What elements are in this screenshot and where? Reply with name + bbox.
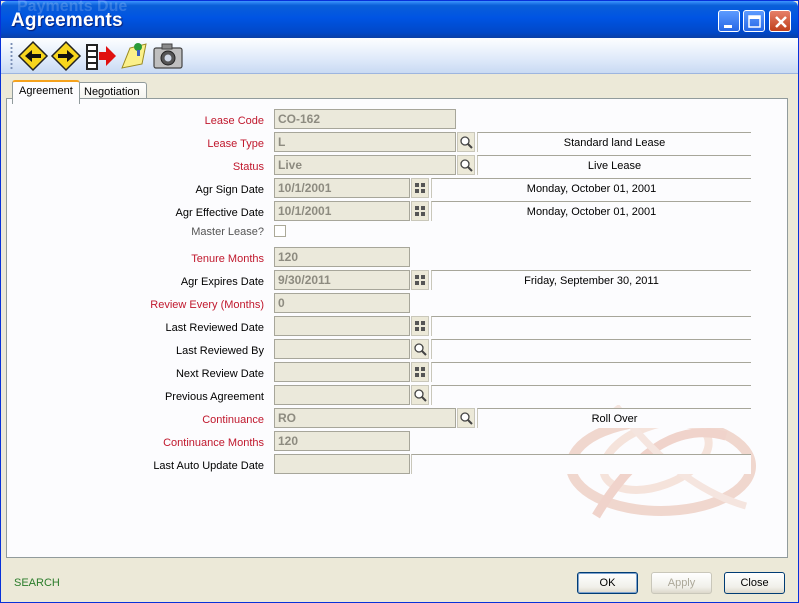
next-review-date-description xyxy=(431,362,751,382)
last-auto-update-date-field[interactable] xyxy=(274,454,410,474)
ok-button[interactable]: OK xyxy=(577,572,638,594)
agr-expires-date-description: Friday, September 30, 2011 xyxy=(431,270,751,290)
last-reviewed-date-calendar-button[interactable] xyxy=(411,316,429,336)
continuance-field[interactable]: RO xyxy=(274,408,456,428)
last-reviewed-date-label: Last Reviewed Date xyxy=(165,322,264,334)
forward-arrow-icon xyxy=(50,40,82,72)
next-review-date-label: Next Review Date xyxy=(175,368,264,380)
lease-code-label: Lease Code xyxy=(204,115,264,127)
agreements-window: Payments Due Agreements Agreement Negoti… xyxy=(0,0,799,603)
status-field[interactable]: Live xyxy=(274,155,456,175)
agr-effective-date-label: Agr Effective Date xyxy=(175,207,264,219)
last-reviewed-by-description xyxy=(431,339,751,359)
magnifier-icon xyxy=(414,389,427,402)
continuance-description: Roll Over xyxy=(477,408,751,428)
minimize-button[interactable] xyxy=(718,10,740,32)
apply-button[interactable]: Apply xyxy=(651,572,712,594)
last-reviewed-by-label: Last Reviewed By xyxy=(175,345,264,357)
status-label: Status xyxy=(232,161,264,173)
exit-icon xyxy=(86,44,116,70)
status-text: SEARCH xyxy=(14,577,60,589)
status-lookup-button[interactable] xyxy=(457,155,475,175)
magnifier-icon xyxy=(460,159,473,172)
lease-type-field[interactable]: L xyxy=(274,132,456,152)
agr-sign-date-label: Agr Sign Date xyxy=(195,184,264,196)
agr-effective-date-calendar-button[interactable] xyxy=(411,201,429,221)
last-reviewed-by-field[interactable] xyxy=(274,339,410,359)
close-button[interactable]: Close xyxy=(724,572,785,594)
calendar-icon xyxy=(415,183,425,193)
previous-agreement-label: Previous Agreement xyxy=(164,391,264,403)
master-lease-checkbox[interactable] xyxy=(274,225,286,237)
next-review-date-calendar-button[interactable] xyxy=(411,362,429,382)
minimize-icon xyxy=(724,25,732,28)
review-every-label: Review Every (Months) xyxy=(150,299,264,311)
calendar-icon xyxy=(415,206,425,216)
back-button[interactable] xyxy=(17,40,49,72)
calendar-icon xyxy=(415,367,425,377)
close-window-button[interactable] xyxy=(769,10,791,32)
lease-code-field[interactable]: CO-162 xyxy=(274,109,456,129)
window-title: Agreements xyxy=(11,10,123,31)
magnifier-icon xyxy=(460,136,473,149)
back-arrow-icon xyxy=(17,40,49,72)
agr-expires-date-label: Agr Expires Date xyxy=(180,276,264,288)
last-auto-update-date-label: Last Auto Update Date xyxy=(153,460,264,472)
agr-sign-date-calendar-button[interactable] xyxy=(411,178,429,198)
continuance-lookup-button[interactable] xyxy=(457,408,475,428)
maximize-icon xyxy=(748,15,761,28)
camera-button[interactable] xyxy=(152,40,184,72)
close-icon xyxy=(775,16,787,28)
review-every-field[interactable]: 0 xyxy=(274,293,410,313)
master-lease-label: Master Lease? xyxy=(191,226,264,238)
camera-icon xyxy=(153,43,183,69)
status-description: Live Lease xyxy=(477,155,751,175)
title-bar[interactable]: Payments Due Agreements xyxy=(1,0,798,38)
magnifier-icon xyxy=(414,343,427,356)
agr-sign-date-field[interactable]: 10/1/2001 xyxy=(274,178,410,198)
tenure-months-field[interactable]: 120 xyxy=(274,247,410,267)
last-reviewed-by-lookup-button[interactable] xyxy=(411,339,429,359)
continuance-label: Continuance xyxy=(202,414,264,426)
agr-effective-date-field[interactable]: 10/1/2001 xyxy=(274,201,410,221)
agr-effective-date-description: Monday, October 01, 2001 xyxy=(431,201,751,221)
magnifier-icon xyxy=(460,412,473,425)
notes-button[interactable] xyxy=(118,40,150,72)
previous-agreement-field[interactable] xyxy=(274,385,410,405)
lease-type-lookup-button[interactable] xyxy=(457,132,475,152)
previous-agreement-description xyxy=(431,385,751,405)
notes-icon xyxy=(121,43,147,69)
agr-expires-date-field[interactable]: 9/30/2011 xyxy=(274,270,410,290)
tenure-months-label: Tenure Months xyxy=(191,253,264,265)
agr-sign-date-description: Monday, October 01, 2001 xyxy=(431,178,751,198)
continuance-months-label: Continuance Months xyxy=(163,437,264,449)
lease-type-description: Standard land Lease xyxy=(477,132,751,152)
calendar-icon xyxy=(415,321,425,331)
last-reviewed-date-description xyxy=(431,316,751,336)
tab-agreement[interactable]: Agreement xyxy=(12,80,80,104)
toolbar xyxy=(1,38,798,74)
last-reviewed-date-field[interactable] xyxy=(274,316,410,336)
toolbar-grip[interactable] xyxy=(10,42,13,70)
calendar-icon xyxy=(415,275,425,285)
previous-agreement-lookup-button[interactable] xyxy=(411,385,429,405)
exit-button[interactable] xyxy=(84,40,116,72)
lease-type-label: Lease Type xyxy=(207,138,264,150)
continuance-months-field[interactable]: 120 xyxy=(274,431,410,451)
forward-button[interactable] xyxy=(50,40,82,72)
maximize-button[interactable] xyxy=(743,10,765,32)
next-review-date-field[interactable] xyxy=(274,362,410,382)
last-auto-update-date-description xyxy=(411,454,751,474)
agr-expires-date-calendar-button[interactable] xyxy=(411,270,429,290)
